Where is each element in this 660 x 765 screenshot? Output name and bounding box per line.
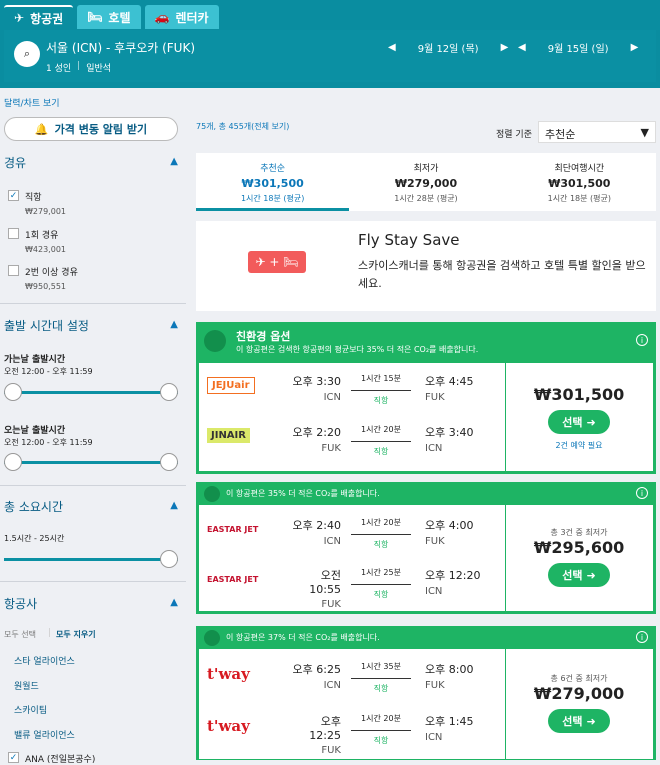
divider	[0, 485, 186, 486]
airline-group[interactable]: 스카이팀	[14, 703, 47, 716]
sort-row: 정렬 기준 추천순 ▼	[194, 121, 656, 143]
leaf-icon	[204, 330, 226, 352]
flight-leg: EASTAR JET 오후 2:40 ICN 1시간 20분 직항 오후 4:00 F…	[207, 518, 474, 549]
chevron-down-icon: ▼	[640, 126, 649, 139]
select-button[interactable]: 선택 ➜	[548, 410, 610, 434]
price-box: ₩301,500 선택 ➜ 2건 예약 필요	[533, 385, 625, 450]
divider	[0, 581, 186, 582]
filter-sidebar: 달력/차트 보기 🔔 가격 변동 알림 받기 경유 ▲ ✓ 직항 ₩279,001 …	[0, 88, 186, 765]
slider-handle-min[interactable]	[4, 453, 22, 471]
flight-leg: EASTAR JET 오전 10:55 FUK 1시간 25분 직항 오후 12:2…	[207, 568, 481, 610]
checkbox[interactable]	[8, 228, 19, 239]
arrow-right-icon: ➜	[586, 714, 596, 728]
leaf-icon	[204, 630, 220, 646]
airline-option[interactable]: ✓ ANA (전일본공수)	[8, 752, 95, 765]
leaf-icon	[204, 486, 220, 502]
calendar-link[interactable]: 달력/차트 보기	[4, 96, 60, 109]
bell-icon: 🔔	[34, 122, 49, 136]
stops-title: 경유	[4, 156, 27, 170]
info-icon[interactable]: i	[636, 334, 648, 346]
route-text: 서울 (ICN) - 후쿠오카 (FUK)	[46, 41, 196, 55]
car-icon: 🚗	[154, 10, 170, 24]
price-box: 총 6건 중 최저가 ₩279,000 선택 ➜	[505, 649, 653, 759]
arrow-right-icon: ➜	[586, 568, 596, 582]
tab-hotels[interactable]: 🛏 호텔	[77, 5, 141, 29]
flight-leg: JINAIR 오후 2:20 FUK 1시간 20분 직항 오후 3:40 ICN	[199, 418, 505, 466]
checkbox-checked[interactable]: ✓	[8, 190, 19, 201]
slider-handle-max[interactable]	[160, 550, 178, 568]
stop-option-direct[interactable]: ✓ 직항 ₩279,001	[8, 190, 66, 216]
checkbox[interactable]	[8, 265, 19, 276]
info-icon[interactable]: i	[636, 631, 648, 643]
times-title: 출발 시간대 설정	[4, 319, 89, 333]
info-icon[interactable]: i	[636, 487, 648, 499]
top-search-bar: ✈ 항공권 🛏 호텔 🚗 렌터카 ⌕ 서울 (ICN) - 후쿠오카 (FUK) 1 …	[0, 0, 660, 88]
airline-group[interactable]: 원월드	[14, 679, 39, 692]
next-return-icon[interactable]: ▶	[631, 42, 639, 53]
prev-return-icon[interactable]: ◀	[518, 42, 526, 53]
duration-title: 총 소요시간	[4, 500, 64, 514]
flight-leg: JEJUair 오후 3:30 ICN 1시간 15분 직항 오후 4:45 FUK	[199, 367, 505, 415]
airline-logo: EASTAR JET	[207, 525, 259, 534]
search-button[interactable]: ⌕	[14, 41, 40, 67]
sort-tab-best[interactable]: 추천순 ₩301,500 1시간 18분 (평균)	[196, 153, 350, 211]
airline-logo: JINAIR	[207, 428, 250, 443]
search-icon: ⌕	[23, 47, 31, 60]
price-box: 총 3건 중 최저가 ₩295,600 선택 ➜	[505, 505, 653, 611]
airline-logo: JEJUair	[207, 377, 255, 394]
select-button[interactable]: 선택 ➜	[548, 709, 610, 733]
slider-handle-max[interactable]	[160, 453, 178, 471]
duration-slider[interactable]	[4, 550, 178, 568]
outbound-time-slider[interactable]	[4, 383, 178, 401]
result-card[interactable]: 이 항공편은 35% 더 적은 CO₂를 배출합니다. i EASTAR JET…	[196, 482, 656, 614]
sort-tabs: 추천순 ₩301,500 1시간 18분 (평균) 최저가 ₩279,000 1시간 2…	[196, 153, 656, 211]
bed-icon: 🛏	[87, 10, 103, 24]
divider	[0, 303, 186, 304]
plane-icon: ✈	[14, 11, 25, 25]
flight-leg: t'way 오후 12:25 FUK 1시간 20분 직항 오후 1:45 ICN	[207, 714, 474, 756]
airline-logo: EASTAR JET	[207, 575, 259, 584]
clear-all-link[interactable]: 모두 지우기	[56, 629, 96, 640]
airline-logo: t'way	[207, 717, 250, 735]
search-summary[interactable]: ⌕ 서울 (ICN) - 후쿠오카 (FUK) 1 성인 | 일반석 ◀ 9월 12일…	[4, 30, 656, 82]
sort-select[interactable]: 추천순 ▼	[538, 121, 656, 143]
return-time-slider[interactable]	[4, 453, 178, 471]
product-tabs: ✈ 항공권 🛏 호텔 🚗 렌터카	[4, 5, 219, 29]
price-alert-button[interactable]: 🔔 가격 변동 알림 받기	[4, 117, 178, 141]
chevron-up-icon[interactable]: ▲	[170, 500, 178, 511]
slider-handle-max[interactable]	[160, 383, 178, 401]
checkbox-checked[interactable]: ✓	[8, 752, 19, 763]
return-date[interactable]: ◀ 9월 15일 (일) ▶	[518, 40, 638, 55]
airline-group[interactable]: 스타 얼라이언스	[14, 654, 75, 667]
chevron-up-icon[interactable]: ▲	[170, 319, 178, 330]
arrow-right-icon: ➜	[586, 415, 596, 429]
select-button[interactable]: 선택 ➜	[548, 563, 610, 587]
tab-flights[interactable]: ✈ 항공권	[4, 5, 74, 29]
stop-option-2plus[interactable]: 2번 이상 경유 ₩950,551	[8, 265, 78, 291]
airlines-title: 항공사	[4, 597, 38, 611]
chevron-up-icon[interactable]: ▲	[170, 156, 178, 167]
depart-date[interactable]: ◀ 9월 12일 (목) ▶	[388, 40, 508, 55]
result-card[interactable]: 이 항공편은 37% 더 적은 CO₂를 배출합니다. i t'way 오후 6…	[196, 626, 656, 760]
sort-tab-fastest[interactable]: 최단여행시간 ₩301,500 1시간 18분 (평균)	[503, 153, 656, 211]
airline-logo: t'way	[207, 665, 250, 683]
flight-leg: t'way 오후 6:25 ICN 1시간 35분 직항 오후 8:00 FUK	[207, 662, 474, 693]
select-all-link[interactable]: 모두 선택	[4, 629, 36, 640]
result-card[interactable]: 친환경 옵션 이 항공편은 검색한 항공편의 평균보다 35% 더 적은 CO₂…	[196, 322, 656, 474]
fly-stay-save-banner[interactable]: ✈ + 🛏 Fly Stay Save 스카이스캐너를 통해 항공권을 검색하고…	[196, 221, 656, 311]
plane-hotel-icon: ✈ + 🛏	[248, 251, 306, 273]
stop-option-1[interactable]: 1회 경유 ₩423,001	[8, 228, 66, 254]
airline-group[interactable]: 밸류 얼라이언스	[14, 728, 75, 741]
sort-tab-cheapest[interactable]: 최저가 ₩279,000 1시간 28분 (평균)	[349, 153, 502, 211]
slider-handle-min[interactable]	[4, 383, 22, 401]
chevron-up-icon[interactable]: ▲	[170, 597, 178, 608]
next-depart-icon[interactable]: ▶	[501, 42, 509, 53]
passenger-summary: 1 성인 | 일반석	[46, 61, 112, 74]
tab-car-rental[interactable]: 🚗 렌터카	[144, 5, 219, 29]
prev-depart-icon[interactable]: ◀	[388, 42, 396, 53]
